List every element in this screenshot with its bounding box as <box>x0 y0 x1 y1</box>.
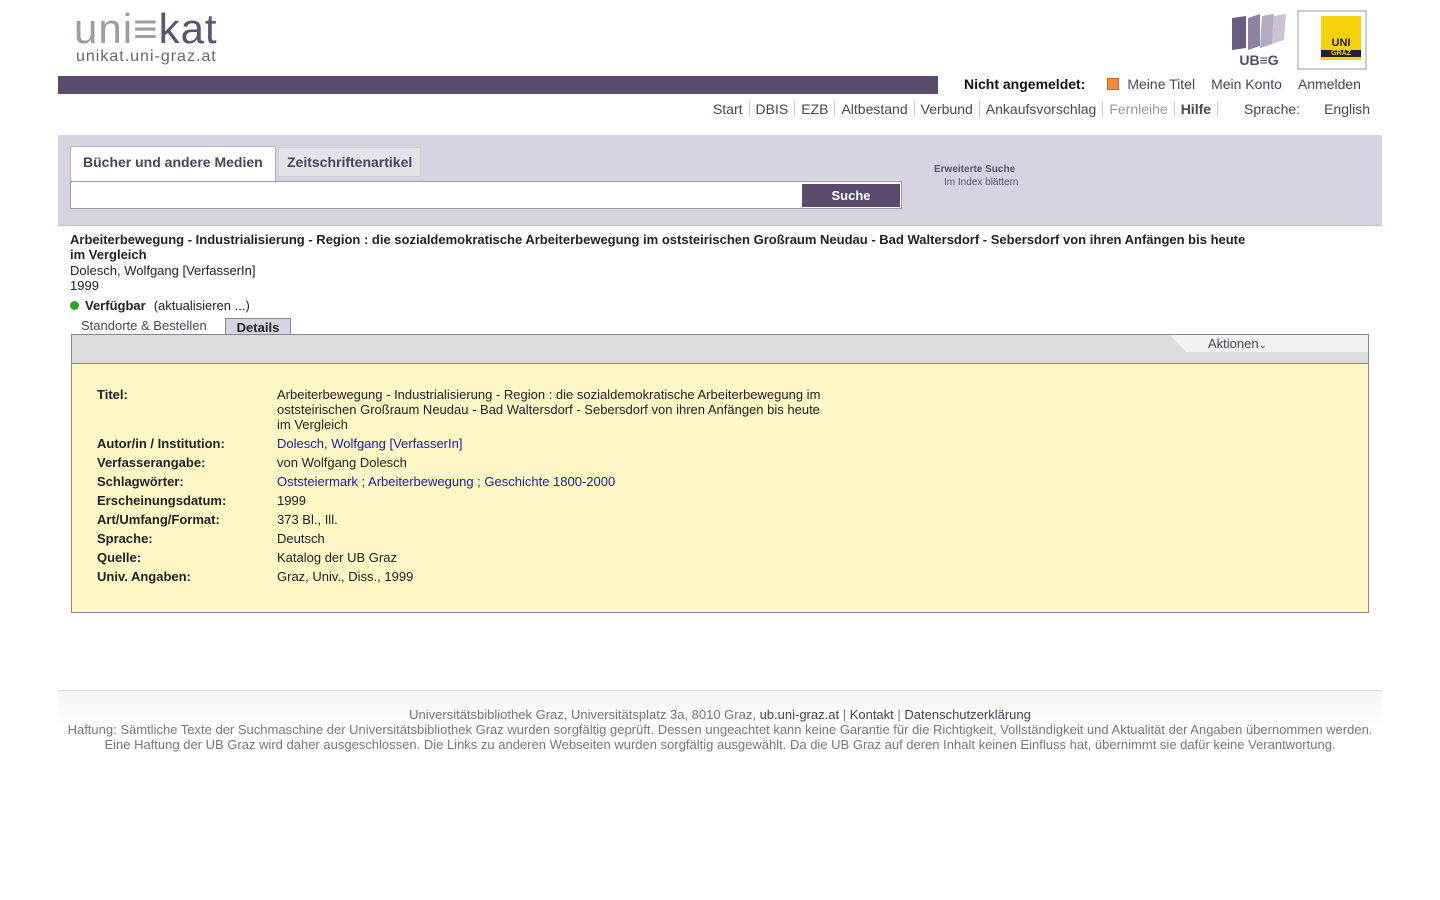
detail-row-author: Autor/in / Institution: Dolesch, Wolfgan… <box>97 436 827 451</box>
logo-url: unikat.uni-graz.at <box>76 48 217 65</box>
search-links: Erweiterte Suche Im Index blättern <box>934 164 1018 188</box>
nav-anmelden[interactable]: Anmelden <box>1298 76 1361 92</box>
logo-kat: kat <box>158 5 218 52</box>
subject-separator: ; <box>357 474 369 489</box>
nav-fernleihe[interactable]: Fernleihe <box>1103 101 1175 117</box>
subject-link-oststeiermark[interactable]: Oststeiermark <box>277 474 358 489</box>
tab-journal-articles[interactable]: Zeitschriftenartikel <box>278 147 422 177</box>
record-author: Dolesch, Wolfgang [VerfasserIn] <box>70 263 256 278</box>
detail-rows: Titel: Arbeiterbewegung - Industrialisie… <box>97 387 827 588</box>
record-year: 1999 <box>70 278 99 293</box>
detail-row-language: Sprache: Deutsch <box>97 531 827 546</box>
detail-value: Katalog der UB Graz <box>277 550 397 565</box>
actions-menu[interactable]: Aktionen⌄ <box>1170 335 1368 352</box>
footer-address: Universitätsbibliothek Graz, Universität… <box>409 707 760 722</box>
subject-separator: ; <box>473 474 485 489</box>
search-input[interactable] <box>70 181 902 209</box>
footer-address-line: Universitätsbibliothek Graz, Universität… <box>58 707 1382 722</box>
nav-ezb[interactable]: EZB <box>795 101 836 117</box>
logo-bars: ≡ <box>133 5 159 52</box>
search-area: Bücher und andere Medien Zeitschriftenar… <box>58 135 1382 226</box>
detail-label: Erscheinungsdatum: <box>97 493 227 508</box>
footer-separator: | <box>839 707 850 722</box>
search-button[interactable]: Suche <box>802 184 900 207</box>
detail-value: 373 Bl., Ill. <box>277 512 338 527</box>
detail-row-statement: Verfasserangabe: von Wolfgang Dolesch <box>97 455 827 470</box>
nav-ankaufsvorschlag[interactable]: Ankaufsvorschlag <box>980 101 1104 117</box>
detail-label: Verfasserangabe: <box>97 455 206 470</box>
detail-value: von Wolfgang Dolesch <box>277 455 407 470</box>
detail-label: Sprache: <box>97 531 153 546</box>
actions-label: Aktionen⌄ <box>1208 336 1267 351</box>
available-status-icon <box>70 301 79 310</box>
nav-altbestand[interactable]: Altbestand <box>835 101 915 117</box>
list-icon <box>1107 78 1120 90</box>
detail-value: Graz, Univ., Diss., 1999 <box>277 569 414 584</box>
tab-books-media[interactable]: Bücher und andere Medien <box>70 146 276 183</box>
refresh-availability-link[interactable]: (aktualisieren ...) <box>154 298 250 313</box>
detail-value: Deutsch <box>277 531 325 546</box>
detail-label: Art/Umfang/Format: <box>97 512 220 527</box>
detail-row-date: Erscheinungsdatum: 1999 <box>97 493 827 508</box>
availability-label: Verfügbar <box>85 298 146 313</box>
language-switch[interactable]: English <box>1324 101 1370 117</box>
detail-label: Quelle: <box>97 550 142 565</box>
nav-hilfe[interactable]: Hilfe <box>1175 101 1219 117</box>
header-bar <box>58 76 938 94</box>
actions-text: Aktionen <box>1208 336 1259 351</box>
uni-graz-bottom: GRAZ <box>1321 50 1361 57</box>
uni-graz-badge: UNI GRAZ <box>1321 16 1361 60</box>
page: uni≡kat unikat.uni-graz.at UB≡G UNI GRAZ… <box>0 0 1440 900</box>
detail-label: Autor/in / Institution: <box>97 436 225 451</box>
detail-row-title: Titel: Arbeiterbewegung - Industrialisie… <box>97 387 827 432</box>
nav-dbis[interactable]: DBIS <box>750 101 796 117</box>
record-title: Arbeiterbewegung - Industrialisierung - … <box>70 232 1246 262</box>
ub-graz-logo[interactable]: UB≡G <box>1230 12 1288 68</box>
detail-value: Dolesch, Wolfgang [VerfasserIn] <box>277 436 827 451</box>
detail-value: 1999 <box>277 493 306 508</box>
footer-link-site[interactable]: ub.uni-graz.at <box>760 707 840 722</box>
detail-row-university: Univ. Angaben: Graz, Univ., Diss., 1999 <box>97 569 827 584</box>
footer-link-contact[interactable]: Kontakt <box>850 707 894 722</box>
detail-value: Oststeiermark ; Arbeiterbewegung ; Gesch… <box>277 474 827 489</box>
main-nav: Start DBIS EZB Altbestand Verbund Ankauf… <box>707 101 1370 117</box>
actions-tab-corner <box>1170 335 1186 352</box>
detail-row-source: Quelle: Katalog der UB Graz <box>97 550 827 565</box>
nav-start[interactable]: Start <box>707 101 750 117</box>
svg-text:UB≡G: UB≡G <box>1239 52 1278 68</box>
footer-disclaimer-2: Eine Haftung der UB Graz wird daher ausg… <box>104 737 1336 752</box>
detail-label: Schlagwörter: <box>97 474 184 489</box>
availability: Verfügbar (aktualisieren ...) <box>70 298 250 313</box>
footer-separator: | <box>893 707 905 722</box>
detail-row-subjects: Schlagwörter: Oststeiermark ; Arbeiterbe… <box>97 474 827 489</box>
browse-index-link[interactable]: Im Index blättern <box>944 177 1018 188</box>
unikat-logo[interactable]: uni≡kat unikat.uni-graz.at <box>74 8 218 66</box>
footer-link-privacy[interactable]: Datenschutzerklärung <box>904 707 1030 722</box>
detail-label: Titel: <box>97 387 128 402</box>
nav-mein-konto[interactable]: Mein Konto <box>1211 76 1282 92</box>
language-label: Sprache: <box>1244 101 1301 117</box>
detail-value: Arbeiterbewegung - Industrialisierung - … <box>277 387 821 432</box>
author-link[interactable]: Dolesch, Wolfgang [VerfasserIn] <box>277 436 462 451</box>
detail-label: Univ. Angaben: <box>97 569 191 584</box>
logo-wordmark: uni≡kat <box>74 8 218 50</box>
subject-link-arbeiterbewegung[interactable]: Arbeiterbewegung <box>368 474 474 489</box>
footer-disclaimer-1: Haftung: Sämtliche Texte der Suchmaschin… <box>67 722 1373 737</box>
ub-books-icon: UB≡G <box>1232 14 1286 68</box>
nav-verbund[interactable]: Verbund <box>915 101 980 117</box>
details-panel: Aktionen⌄ Titel: Arbeiterbewegung - Indu… <box>71 334 1369 613</box>
tab-locations-order[interactable]: Standorte & Bestellen <box>81 318 207 333</box>
details-toolbar: Aktionen⌄ <box>72 335 1368 364</box>
advanced-search-link[interactable]: Erweiterte Suche <box>934 164 1018 175</box>
chevron-down-icon: ⌄ <box>1258 340 1267 351</box>
login-status: Nicht angemeldet: <box>964 76 1086 92</box>
user-nav: Nicht angemeldet: Meine Titel Mein Konto… <box>964 76 1377 92</box>
subject-link-geschichte[interactable]: Geschichte 1800-2000 <box>484 474 615 489</box>
nav-meine-titel[interactable]: Meine Titel <box>1127 76 1195 92</box>
detail-row-format: Art/Umfang/Format: 373 Bl., Ill. <box>97 512 827 527</box>
footer: Universitätsbibliothek Graz, Universität… <box>58 690 1382 752</box>
logo-uni: uni <box>74 5 134 52</box>
uni-graz-top: UNI <box>1331 37 1351 49</box>
uni-graz-logo[interactable]: UNI GRAZ <box>1297 10 1367 70</box>
